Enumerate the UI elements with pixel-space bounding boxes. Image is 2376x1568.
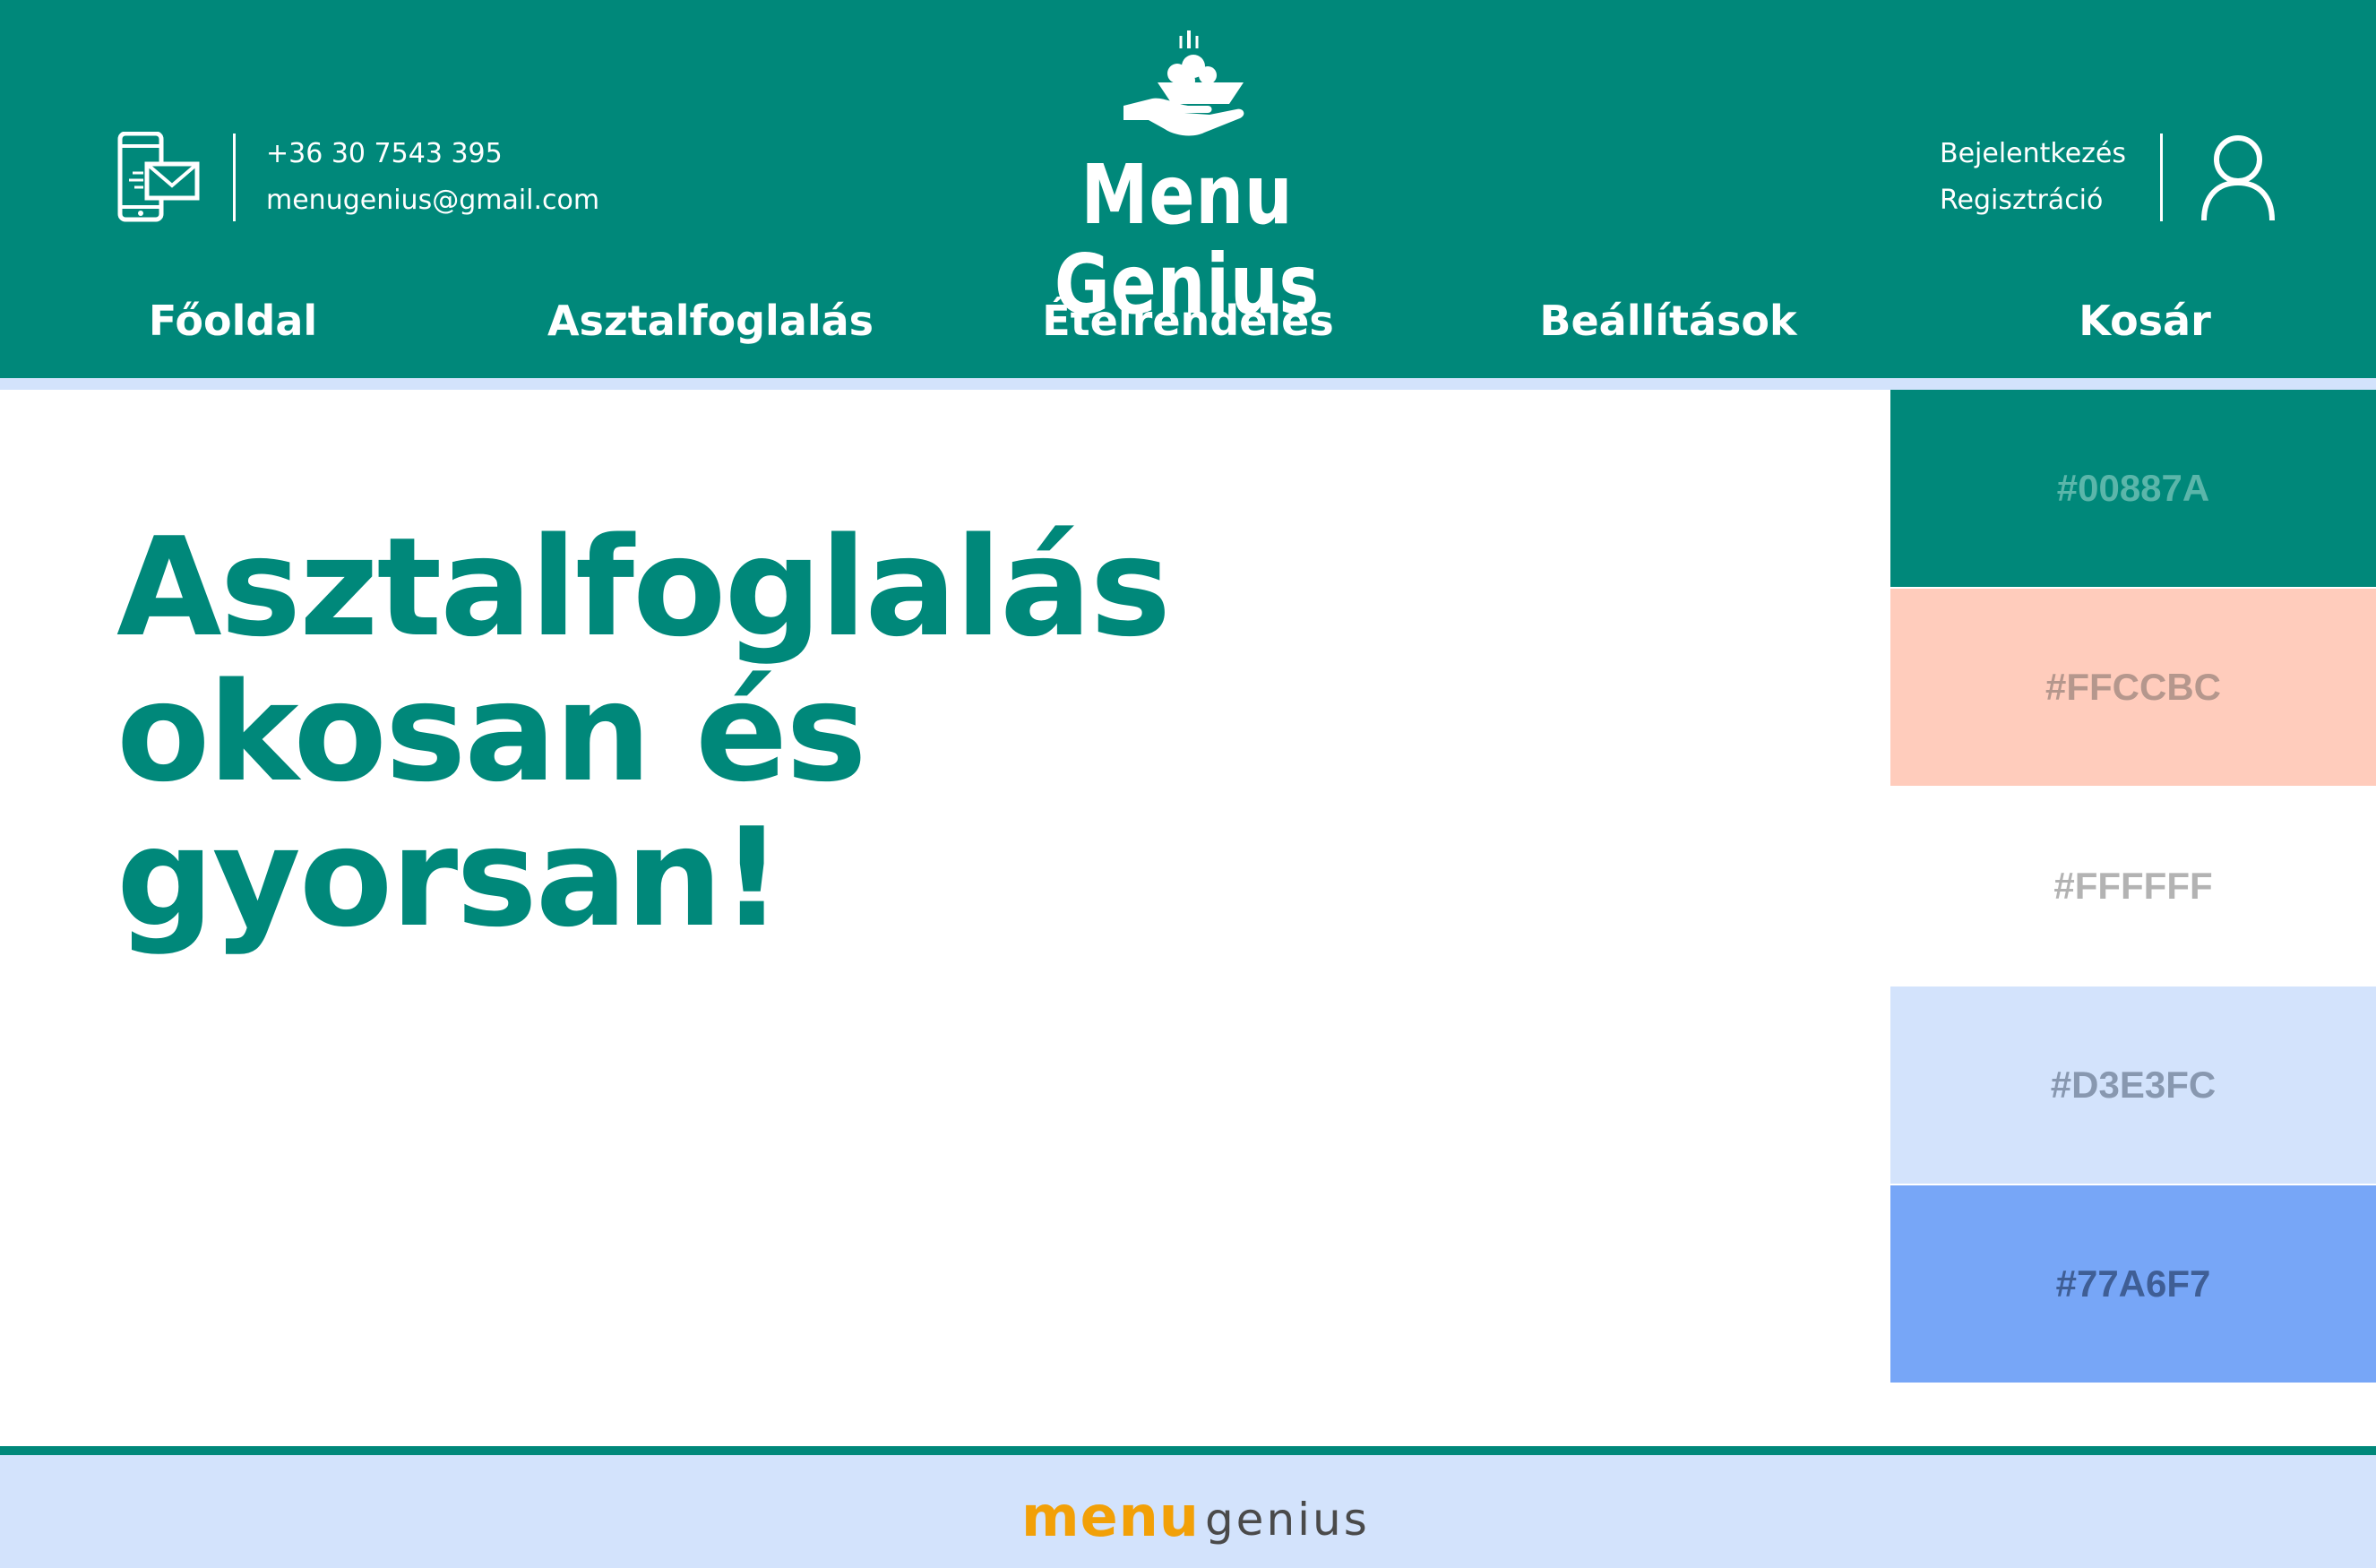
hero-line-3: gyorsan! (116, 798, 783, 957)
hero-heading: Asztalfoglalás okosan és gyorsan! (116, 515, 1371, 951)
register-link[interactable]: Regisztráció (1940, 177, 2126, 224)
footer-logo-genius: genius (1204, 1494, 1370, 1546)
footer-logo-menu: menu (1021, 1484, 1200, 1549)
phone-mail-icon (117, 132, 200, 222)
contact-text: +36 30 7543 395 menugenius@gmail.com (266, 131, 599, 224)
hero-line-1: Asztalfoglalás (116, 508, 1171, 667)
color-palette: #00887A #FFCCBC #FFFFFF #D3E3FC #77A6F7 (1890, 390, 2376, 1389)
nav-item-beallitasok[interactable]: Beállítások (1539, 285, 1796, 357)
account-divider (2160, 134, 2163, 221)
account-block: Bejelentkezés Regisztráció (1940, 133, 2277, 222)
account-links: Bejelentkezés Regisztráció (1940, 131, 2126, 224)
serving-hand-icon (1123, 30, 1244, 136)
nav-item-asztalfoglalas[interactable]: Asztalfoglalás (547, 285, 874, 357)
phone-number[interactable]: +36 30 7543 395 (266, 131, 599, 177)
site-footer: menu genius (0, 1455, 2376, 1568)
site-header: +36 30 7543 395 menugenius@gmail.com Men… (0, 0, 2376, 378)
contact-divider (233, 134, 236, 221)
nav-item-fooldal[interactable]: Főoldal (149, 285, 317, 357)
contact-block: +36 30 7543 395 menugenius@gmail.com (116, 131, 599, 224)
nav-item-etelrendeles[interactable]: Ételrendelés (1042, 285, 1333, 357)
hero-line-2: okosan és (116, 653, 867, 812)
swatch-2: #FFCCBC (1890, 589, 2376, 786)
swatch-4: #D3E3FC (1890, 986, 2376, 1184)
footer-divider (0, 1446, 2376, 1455)
login-link[interactable]: Bejelentkezés (1940, 131, 2126, 177)
user-icon[interactable] (2199, 133, 2277, 222)
swatch-3: #FFFFFF (1890, 788, 2376, 985)
header-accent-strip (0, 378, 2376, 390)
brand-logo[interactable]: Menu Genius (950, 27, 1425, 330)
email-address[interactable]: menugenius@gmail.com (266, 177, 599, 224)
main-nav: Főoldal Asztalfoglalás Ételrendelés Beál… (0, 285, 2376, 357)
footer-logo[interactable]: menu genius (1021, 1482, 1370, 1549)
swatch-1: #00887A (1890, 390, 2376, 587)
swatch-5: #77A6F7 (1890, 1185, 2376, 1383)
nav-item-kosar[interactable]: Kosár (2079, 285, 2211, 357)
